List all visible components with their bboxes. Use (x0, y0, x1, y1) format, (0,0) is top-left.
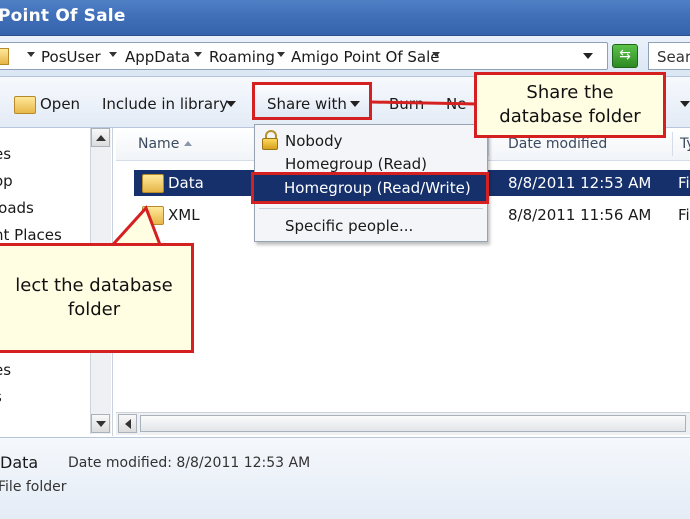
details-modified: Date modified: 8/8/2011 12:53 AM (68, 455, 311, 471)
search-input[interactable]: Sear (648, 42, 690, 70)
breadcrumb-arrow-icon[interactable] (432, 52, 440, 57)
share-with-label: Share with (267, 95, 347, 113)
scroll-up-icon (96, 135, 106, 141)
nav-item[interactable]: nt Places (0, 226, 62, 244)
open-button[interactable]: Open (40, 95, 80, 113)
file-type: Fi (678, 206, 690, 224)
column-header-name[interactable]: Name (138, 136, 179, 152)
include-dropdown-icon[interactable] (226, 101, 236, 107)
scroll-thumb[interactable] (140, 415, 686, 432)
address-row: PosUser AppData Roaming Amigo Point Of S… (0, 36, 690, 77)
share-dropdown-icon (350, 101, 360, 107)
sort-ascending-icon (184, 141, 192, 146)
callout-line: lect the database (15, 275, 173, 296)
open-folder-icon[interactable] (14, 96, 36, 114)
column-header-type[interactable]: Ty (680, 136, 690, 152)
menu-item-specific-people[interactable]: Specific people... (285, 217, 413, 235)
address-bar[interactable]: PosUser AppData Roaming Amigo Point Of S… (0, 42, 608, 70)
share-with-button[interactable]: Share with (252, 82, 372, 120)
scroll-down-icon (96, 421, 106, 427)
menu-item-label: Homegroup (Read/Write) (284, 179, 471, 197)
nav-item[interactable]: op (0, 172, 13, 190)
menu-item-homegroup-read[interactable]: Homegroup (Read) (285, 155, 427, 173)
title-bar[interactable]: Point Of Sale (0, 0, 690, 36)
refresh-button[interactable]: ⇆ (612, 44, 638, 68)
scroll-down-button[interactable] (91, 414, 110, 433)
menu-separator (259, 208, 483, 209)
breadcrumb-arrow-icon[interactable] (27, 52, 35, 57)
lock-icon (262, 130, 278, 150)
folder-icon (142, 174, 164, 193)
file-date: 8/8/2011 11:56 AM (508, 206, 652, 224)
column-header-date[interactable]: Date modified (508, 136, 607, 152)
breadcrumb-appdata[interactable]: AppData (125, 48, 190, 66)
callout-line: Share the (526, 82, 614, 103)
details-pane: Data Date modified: 8/8/2011 12:53 AM Fi… (0, 437, 690, 519)
burn-button[interactable]: Burn (389, 95, 424, 113)
options-dropdown-icon[interactable] (680, 101, 690, 107)
breadcrumb-arrow-icon[interactable] (277, 52, 285, 57)
new-folder-button[interactable]: Ne (446, 95, 466, 113)
column-separator[interactable] (672, 132, 673, 156)
search-placeholder: Sear (657, 48, 690, 66)
refresh-icon: ⇆ (619, 47, 631, 63)
details-name: Data (0, 453, 39, 472)
file-name: XML (168, 206, 200, 224)
breadcrumb-amigo-point-of-sale[interactable]: Amigo Point Of Sale (291, 48, 439, 66)
callout-share-folder: Share the database folder (474, 72, 666, 138)
horizontal-scrollbar[interactable] (116, 412, 690, 435)
folder-icon (0, 48, 9, 65)
menu-item-homegroup-read-write[interactable]: Homegroup (Read/Write) (251, 172, 489, 204)
callout-select-folder: lect the database folder (0, 243, 194, 353)
breadcrumb-arrow-icon[interactable] (109, 52, 117, 57)
scroll-up-button[interactable] (91, 128, 110, 147)
callout-line: database folder (499, 106, 641, 127)
breadcrumb-posuser[interactable]: PosUser (41, 48, 101, 66)
nav-item[interactable]: es (0, 361, 11, 379)
file-name: Data (168, 174, 204, 192)
scroll-left-icon (125, 419, 131, 429)
scroll-left-button[interactable] (118, 414, 137, 433)
details-type: File folder (0, 479, 67, 495)
include-in-library-button[interactable]: Include in library (102, 95, 228, 113)
file-type: Fi (678, 174, 690, 192)
file-date: 8/8/2011 12:53 AM (508, 174, 652, 192)
nav-item[interactable]: s (0, 388, 2, 406)
nav-item[interactable]: loads (0, 199, 34, 217)
share-with-menu: Nobody Homegroup (Read) Homegroup (Read/… (251, 124, 489, 242)
breadcrumb-roaming[interactable]: Roaming (209, 48, 275, 66)
nav-item[interactable]: es (0, 145, 11, 163)
callout-line: folder (67, 299, 121, 320)
breadcrumb-arrow-icon[interactable] (194, 52, 202, 57)
menu-item-nobody[interactable]: Nobody (285, 132, 343, 150)
window-title: Point Of Sale (0, 6, 126, 26)
address-dropdown-icon[interactable] (583, 53, 593, 59)
folder-icon (142, 206, 164, 225)
